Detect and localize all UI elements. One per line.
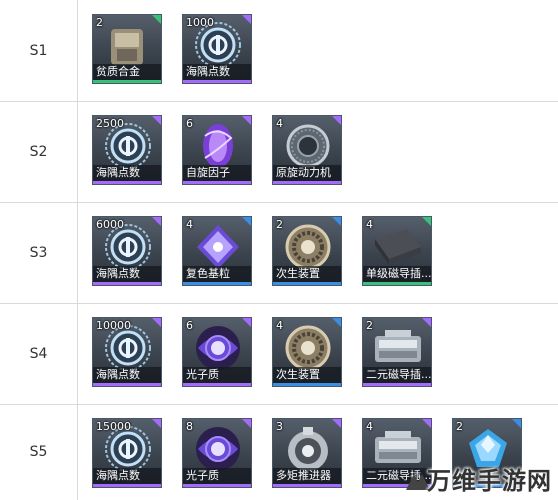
rarity-corner-icon	[332, 116, 341, 125]
item-count: 8	[186, 420, 193, 433]
item-count: 2	[456, 420, 463, 433]
table-row: S1 2 贫质合金 1000 海隅点数	[0, 0, 558, 102]
rarity-strip	[93, 181, 161, 184]
item-name: 贫质合金	[93, 64, 161, 80]
reward-item-tile[interactable]: 2 二元磁导插...	[362, 317, 432, 387]
item-name: 光子质	[183, 468, 251, 484]
reward-item-tile[interactable]: 15000 海隅点数	[92, 418, 162, 488]
reward-item-tile[interactable]: 1000 海隅点数	[182, 14, 252, 84]
rarity-strip	[93, 484, 161, 487]
rarity-strip	[273, 282, 341, 285]
item-count: 4	[186, 218, 193, 231]
rarity-strip	[363, 282, 431, 285]
rarity-corner-icon	[242, 318, 251, 327]
reward-item-tile[interactable]: 4 单级磁导插...	[362, 216, 432, 286]
table-row: S2 2500 海隅点数 6 自旋因子 4 原旋动力机	[0, 101, 558, 203]
row-label: S2	[0, 101, 78, 202]
rarity-corner-icon	[152, 318, 161, 327]
reward-item-tile[interactable]: 6 自旋因子	[182, 115, 252, 185]
reward-item-tile[interactable]: 10000 海隅点数	[92, 317, 162, 387]
reward-table: S1 2 贫质合金 1000 海隅点数 S2 2500 海隅点数 6 自旋因子 4 原旋动力机 S3 60…	[0, 0, 558, 500]
rarity-strip	[183, 383, 251, 386]
item-count: 6	[186, 117, 193, 130]
item-count: 10000	[96, 319, 131, 332]
row-label: S4	[0, 303, 78, 404]
item-count: 4	[276, 117, 283, 130]
rarity-corner-icon	[152, 116, 161, 125]
reward-item-tile[interactable]: 4 复色基粒	[182, 216, 252, 286]
rarity-strip	[93, 383, 161, 386]
watermark-text: 万维手游网	[427, 467, 552, 495]
rarity-corner-icon	[242, 116, 251, 125]
rarity-corner-icon	[512, 419, 521, 428]
item-count: 2500	[96, 117, 124, 130]
item-count: 2	[366, 319, 373, 332]
rarity-corner-icon	[242, 419, 251, 428]
item-name: 光子质	[183, 367, 251, 383]
rarity-strip	[273, 383, 341, 386]
table-row: S3 6000 海隅点数 4 复色基粒 2 次生装置 4 单级磁导插...	[0, 202, 558, 304]
rarity-strip	[363, 383, 431, 386]
rarity-strip	[273, 484, 341, 487]
reward-item-tile[interactable]: 8 光子质	[182, 418, 252, 488]
row-label: S5	[0, 404, 78, 500]
reward-item-tile[interactable]: 6000 海隅点数	[92, 216, 162, 286]
item-name: 次生装置	[273, 367, 341, 383]
item-count: 6	[186, 319, 193, 332]
rarity-strip	[183, 80, 251, 83]
row-label: S3	[0, 202, 78, 303]
rarity-corner-icon	[152, 419, 161, 428]
item-name: 复色基粒	[183, 266, 251, 282]
item-count: 4	[366, 420, 373, 433]
reward-item-tile[interactable]: 4 次生装置	[272, 317, 342, 387]
item-count: 15000	[96, 420, 131, 433]
rarity-strip	[183, 181, 251, 184]
reward-item-tile[interactable]: 2 贫质合金	[92, 14, 162, 84]
item-name: 二元磁导插...	[363, 367, 431, 383]
reward-item-tile[interactable]: 3 多矩推进器	[272, 418, 342, 488]
item-count: 4	[366, 218, 373, 231]
reward-item-tile[interactable]: 4 原旋动力机	[272, 115, 342, 185]
item-name: 次生装置	[273, 266, 341, 282]
reward-item-tile[interactable]: 6 光子质	[182, 317, 252, 387]
item-name: 海隅点数	[93, 266, 161, 282]
rarity-strip	[183, 282, 251, 285]
rarity-corner-icon	[332, 419, 341, 428]
rarity-corner-icon	[332, 217, 341, 226]
row-label: S1	[0, 0, 78, 101]
rarity-corner-icon	[242, 217, 251, 226]
rarity-corner-icon	[332, 318, 341, 327]
item-name: 海隅点数	[93, 367, 161, 383]
item-count: 6000	[96, 218, 124, 231]
rarity-corner-icon	[242, 15, 251, 24]
rarity-corner-icon	[422, 419, 431, 428]
item-name: 海隅点数	[93, 468, 161, 484]
rarity-strip	[93, 80, 161, 83]
item-count: 2	[96, 16, 103, 29]
item-count: 4	[276, 319, 283, 332]
item-name: 自旋因子	[183, 165, 251, 181]
item-count: 2	[276, 218, 283, 231]
item-name: 原旋动力机	[273, 165, 341, 181]
reward-item-tile[interactable]: 2 次生装置	[272, 216, 342, 286]
item-count: 1000	[186, 16, 214, 29]
rarity-corner-icon	[422, 217, 431, 226]
rarity-strip	[93, 282, 161, 285]
rarity-corner-icon	[152, 217, 161, 226]
rarity-corner-icon	[422, 318, 431, 327]
table-row: S4 10000 海隅点数 6 光子质 4 次生装置 2 二元磁导插...	[0, 303, 558, 405]
rarity-strip	[183, 484, 251, 487]
item-name: 海隅点数	[93, 165, 161, 181]
rarity-corner-icon	[152, 15, 161, 24]
rarity-strip	[273, 181, 341, 184]
reward-item-tile[interactable]: 2500 海隅点数	[92, 115, 162, 185]
item-count: 3	[276, 420, 283, 433]
item-name: 单级磁导插...	[363, 266, 431, 282]
item-name: 海隅点数	[183, 64, 251, 80]
item-name: 多矩推进器	[273, 468, 341, 484]
